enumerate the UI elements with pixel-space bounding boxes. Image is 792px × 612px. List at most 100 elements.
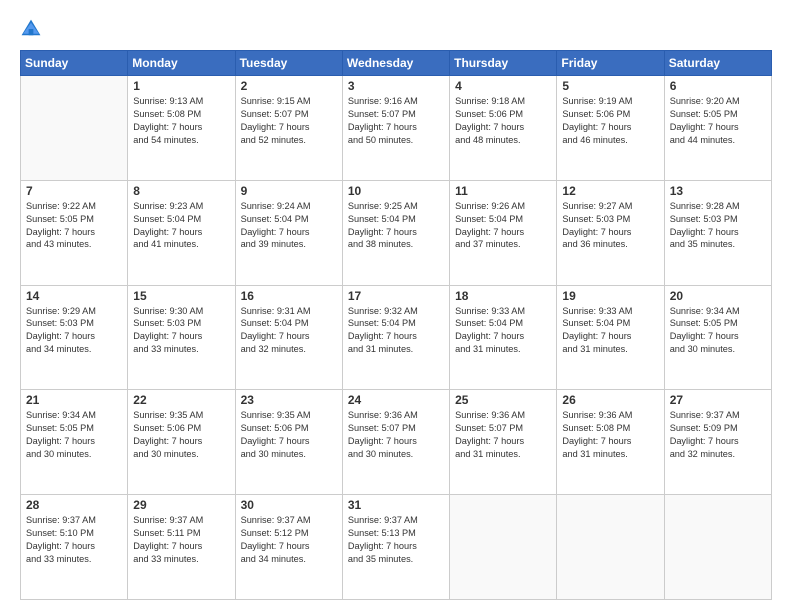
day-number: 29: [133, 498, 229, 512]
day-number: 9: [241, 184, 337, 198]
cell-info: Sunrise: 9:20 AM Sunset: 5:05 PM Dayligh…: [670, 95, 766, 147]
cell-info: Sunrise: 9:23 AM Sunset: 5:04 PM Dayligh…: [133, 200, 229, 252]
calendar-cell: 14 Sunrise: 9:29 AM Sunset: 5:03 PM Dayli…: [21, 285, 128, 390]
cell-info: Sunrise: 9:22 AM Sunset: 5:05 PM Dayligh…: [26, 200, 122, 252]
calendar-cell: 28 Sunrise: 9:37 AM Sunset: 5:10 PM Dayli…: [21, 495, 128, 600]
day-number: 19: [562, 289, 658, 303]
day-number: 12: [562, 184, 658, 198]
calendar-cell: [450, 495, 557, 600]
cell-info: Sunrise: 9:34 AM Sunset: 5:05 PM Dayligh…: [670, 305, 766, 357]
calendar-cell: 5Sunrise: 9:19 AM Sunset: 5:06 PM Daylig…: [557, 76, 664, 181]
col-header-thursday: Thursday: [450, 51, 557, 76]
col-header-tuesday: Tuesday: [235, 51, 342, 76]
calendar-cell: 29 Sunrise: 9:37 AM Sunset: 5:11 PM Dayli…: [128, 495, 235, 600]
cell-info: Sunrise: 9:33 AM Sunset: 5:04 PM Dayligh…: [455, 305, 551, 357]
cell-info: Sunrise: 9:27 AM Sunset: 5:03 PM Dayligh…: [562, 200, 658, 252]
cell-info: Sunrise: 9:34 AM Sunset: 5:05 PM Dayligh…: [26, 409, 122, 461]
calendar-cell: 22 Sunrise: 9:35 AM Sunset: 5:06 PM Dayli…: [128, 390, 235, 495]
calendar-cell: [557, 495, 664, 600]
logo-icon: [20, 18, 42, 40]
calendar-cell: 30 Sunrise: 9:37 AM Sunset: 5:12 PM Dayli…: [235, 495, 342, 600]
calendar-table: SundayMondayTuesdayWednesdayThursdayFrid…: [20, 50, 772, 600]
calendar-cell: 13 Sunrise: 9:28 AM Sunset: 5:03 PM Dayli…: [664, 180, 771, 285]
day-number: 8: [133, 184, 229, 198]
day-number: 17: [348, 289, 444, 303]
day-number: 23: [241, 393, 337, 407]
calendar-cell: 19 Sunrise: 9:33 AM Sunset: 5:04 PM Dayli…: [557, 285, 664, 390]
day-number: 11: [455, 184, 551, 198]
day-number: 20: [670, 289, 766, 303]
calendar-cell: 20 Sunrise: 9:34 AM Sunset: 5:05 PM Dayli…: [664, 285, 771, 390]
cell-info: Sunrise: 9:15 AM Sunset: 5:07 PM Dayligh…: [241, 95, 337, 147]
cell-info: Sunrise: 9:31 AM Sunset: 5:04 PM Dayligh…: [241, 305, 337, 357]
cell-info: Sunrise: 9:37 AM Sunset: 5:09 PM Dayligh…: [670, 409, 766, 461]
col-header-wednesday: Wednesday: [342, 51, 449, 76]
calendar-cell: 26 Sunrise: 9:36 AM Sunset: 5:08 PM Dayli…: [557, 390, 664, 495]
calendar-cell: 11 Sunrise: 9:26 AM Sunset: 5:04 PM Dayli…: [450, 180, 557, 285]
calendar-cell: 21 Sunrise: 9:34 AM Sunset: 5:05 PM Dayli…: [21, 390, 128, 495]
cell-info: Sunrise: 9:37 AM Sunset: 5:10 PM Dayligh…: [26, 514, 122, 566]
cell-info: Sunrise: 9:37 AM Sunset: 5:11 PM Dayligh…: [133, 514, 229, 566]
calendar-cell: 18 Sunrise: 9:33 AM Sunset: 5:04 PM Dayli…: [450, 285, 557, 390]
day-number: 16: [241, 289, 337, 303]
day-number: 31: [348, 498, 444, 512]
day-number: 13: [670, 184, 766, 198]
calendar-cell: 4 Sunrise: 9:18 AM Sunset: 5:06 PM Daylig…: [450, 76, 557, 181]
day-number: 1: [133, 79, 229, 93]
calendar-cell: 10Sunrise: 9:25 AM Sunset: 5:04 PM Dayli…: [342, 180, 449, 285]
cell-info: Sunrise: 9:35 AM Sunset: 5:06 PM Dayligh…: [133, 409, 229, 461]
day-number: 24: [348, 393, 444, 407]
cell-info: Sunrise: 9:36 AM Sunset: 5:07 PM Dayligh…: [348, 409, 444, 461]
logo: [20, 18, 46, 40]
day-number: 28: [26, 498, 122, 512]
calendar-cell: 24 Sunrise: 9:36 AM Sunset: 5:07 PM Dayli…: [342, 390, 449, 495]
day-number: 7: [26, 184, 122, 198]
cell-info: Sunrise: 9:28 AM Sunset: 5:03 PM Dayligh…: [670, 200, 766, 252]
cell-info: Sunrise: 9:36 AM Sunset: 5:08 PM Dayligh…: [562, 409, 658, 461]
calendar-cell: [21, 76, 128, 181]
calendar-cell: 23 Sunrise: 9:35 AM Sunset: 5:06 PM Dayli…: [235, 390, 342, 495]
calendar-cell: 7 Sunrise: 9:22 AM Sunset: 5:05 PM Daylig…: [21, 180, 128, 285]
day-number: 26: [562, 393, 658, 407]
calendar-cell: 1 Sunrise: 9:13 AM Sunset: 5:08 PM Daylig…: [128, 76, 235, 181]
col-header-saturday: Saturday: [664, 51, 771, 76]
day-number: 18: [455, 289, 551, 303]
calendar-cell: 31 Sunrise: 9:37 AM Sunset: 5:13 PM Dayli…: [342, 495, 449, 600]
calendar-cell: 15 Sunrise: 9:30 AM Sunset: 5:03 PM Dayli…: [128, 285, 235, 390]
day-number: 30: [241, 498, 337, 512]
day-number: 25: [455, 393, 551, 407]
calendar-cell: 16 Sunrise: 9:31 AM Sunset: 5:04 PM Dayli…: [235, 285, 342, 390]
cell-info: Sunrise: 9:26 AM Sunset: 5:04 PM Dayligh…: [455, 200, 551, 252]
day-number: 22: [133, 393, 229, 407]
calendar-cell: 12 Sunrise: 9:27 AM Sunset: 5:03 PM Dayli…: [557, 180, 664, 285]
cell-info: Sunrise: 9:24 AM Sunset: 5:04 PM Dayligh…: [241, 200, 337, 252]
day-number: 15: [133, 289, 229, 303]
cell-info: Sunrise: 9:18 AM Sunset: 5:06 PM Dayligh…: [455, 95, 551, 147]
day-number: 5: [562, 79, 658, 93]
cell-info: Sunrise: 9:16 AM Sunset: 5:07 PM Dayligh…: [348, 95, 444, 147]
day-number: 4: [455, 79, 551, 93]
cell-info: Sunrise: 9:29 AM Sunset: 5:03 PM Dayligh…: [26, 305, 122, 357]
day-number: 2: [241, 79, 337, 93]
col-header-friday: Friday: [557, 51, 664, 76]
col-header-monday: Monday: [128, 51, 235, 76]
cell-info: Sunrise: 9:37 AM Sunset: 5:13 PM Dayligh…: [348, 514, 444, 566]
cell-info: Sunrise: 9:32 AM Sunset: 5:04 PM Dayligh…: [348, 305, 444, 357]
cell-info: Sunrise: 9:36 AM Sunset: 5:07 PM Dayligh…: [455, 409, 551, 461]
day-number: 6: [670, 79, 766, 93]
calendar-cell: 6 Sunrise: 9:20 AM Sunset: 5:05 PM Daylig…: [664, 76, 771, 181]
cell-info: Sunrise: 9:30 AM Sunset: 5:03 PM Dayligh…: [133, 305, 229, 357]
calendar-cell: 8 Sunrise: 9:23 AM Sunset: 5:04 PM Daylig…: [128, 180, 235, 285]
col-header-sunday: Sunday: [21, 51, 128, 76]
calendar-cell: 2 Sunrise: 9:15 AM Sunset: 5:07 PM Daylig…: [235, 76, 342, 181]
day-number: 21: [26, 393, 122, 407]
cell-info: Sunrise: 9:13 AM Sunset: 5:08 PM Dayligh…: [133, 95, 229, 147]
cell-info: Sunrise: 9:33 AM Sunset: 5:04 PM Dayligh…: [562, 305, 658, 357]
day-number: 27: [670, 393, 766, 407]
calendar-cell: 27 Sunrise: 9:37 AM Sunset: 5:09 PM Dayli…: [664, 390, 771, 495]
cell-info: Sunrise: 9:25 AM Sunset: 5:04 PM Dayligh…: [348, 200, 444, 252]
page: SundayMondayTuesdayWednesdayThursdayFrid…: [0, 0, 792, 612]
cell-info: Sunrise: 9:37 AM Sunset: 5:12 PM Dayligh…: [241, 514, 337, 566]
cell-info: Sunrise: 9:35 AM Sunset: 5:06 PM Dayligh…: [241, 409, 337, 461]
day-number: 14: [26, 289, 122, 303]
